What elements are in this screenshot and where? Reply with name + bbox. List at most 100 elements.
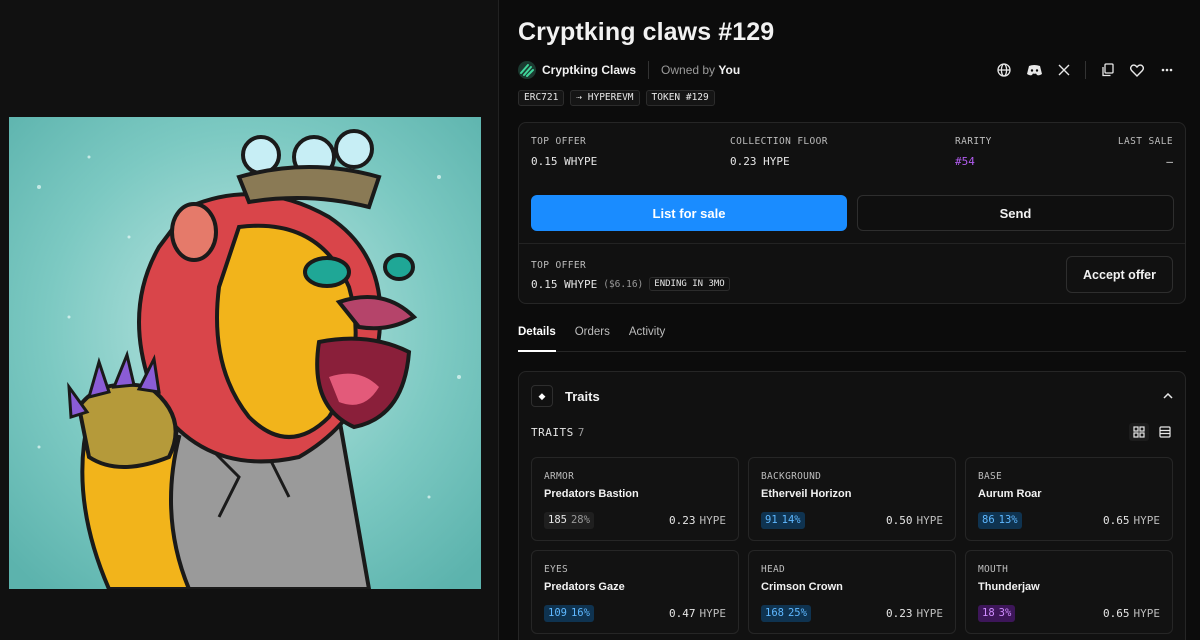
trait-unit: HYPE bbox=[699, 607, 727, 620]
trait-card[interactable]: ARMOR Predators Bastion 185 28% 0.23 HYPE bbox=[531, 457, 739, 541]
owner-name[interactable]: You bbox=[718, 63, 740, 77]
token-id-tag: TOKEN #129 bbox=[645, 90, 715, 106]
trait-name: Thunderjaw bbox=[978, 581, 1040, 593]
floor-value: 0.23 HYPE bbox=[730, 155, 790, 168]
trait-card[interactable]: BASE Aurum Roar 86 13% 0.65 HYPE bbox=[965, 457, 1173, 541]
copy-icon[interactable] bbox=[1092, 60, 1122, 80]
rarity-stat: RARITY #54 bbox=[955, 136, 992, 168]
rarity-label: RARITY bbox=[955, 136, 992, 147]
trait-price: 0.50 bbox=[886, 514, 913, 527]
trait-card[interactable]: BACKGROUND Etherveil Horizon 91 14% 0.50 HYPE bbox=[748, 457, 956, 541]
collection-logo-icon[interactable] bbox=[518, 61, 536, 79]
trait-percent: 3% bbox=[998, 607, 1012, 619]
list-for-sale-button[interactable]: List for sale bbox=[531, 195, 847, 231]
trait-floor-price: 0.50 HYPE bbox=[886, 514, 943, 527]
divider bbox=[648, 61, 650, 79]
header-actions bbox=[989, 60, 1182, 80]
tab-orders[interactable]: Orders bbox=[575, 326, 610, 352]
traits-count: TRAITS 7 bbox=[531, 426, 585, 439]
trait-unit: HYPE bbox=[916, 514, 944, 527]
trait-category: BASE bbox=[978, 471, 1003, 482]
traits-grid: ARMOR Predators Bastion 185 28% 0.23 HYPE BACK… bbox=[531, 457, 1174, 634]
trait-price: 0.23 bbox=[669, 514, 696, 527]
accept-offer-button[interactable]: Accept offer bbox=[1066, 256, 1173, 293]
globe-icon[interactable] bbox=[989, 60, 1019, 80]
trait-unit: HYPE bbox=[1133, 607, 1161, 620]
trait-count-badge: 86 13% bbox=[978, 512, 1022, 529]
trait-percent: 25% bbox=[787, 607, 807, 619]
last-sale-stat: LAST SALE – bbox=[1118, 136, 1173, 168]
offer-usd: ($6.16) bbox=[603, 278, 644, 290]
tab-activity[interactable]: Activity bbox=[629, 326, 665, 352]
offer-label: TOP OFFER bbox=[531, 260, 587, 271]
traits-count-value: 7 bbox=[577, 426, 585, 439]
grid-view-icon[interactable] bbox=[1129, 423, 1149, 441]
trait-unit: HYPE bbox=[699, 514, 727, 527]
trait-card[interactable]: MOUTH Thunderjaw 18 3% 0.65 HYPE bbox=[965, 550, 1173, 634]
heart-icon[interactable] bbox=[1122, 60, 1152, 80]
view-toggle bbox=[1129, 423, 1175, 441]
send-button[interactable]: Send bbox=[857, 195, 1174, 231]
trait-count-badge: 91 14% bbox=[761, 512, 805, 529]
trait-category: ARMOR bbox=[544, 471, 575, 482]
trait-count-badge: 168 25% bbox=[761, 605, 811, 622]
offer-details: 0.15 WHYPE ($6.16) ENDING IN 3MO bbox=[531, 277, 730, 291]
trait-count: 168 bbox=[765, 607, 784, 619]
trait-floor-price: 0.47 HYPE bbox=[669, 607, 726, 620]
top-offer-value: 0.15 WHYPE bbox=[531, 155, 598, 168]
trait-category: BACKGROUND bbox=[761, 471, 822, 482]
more-icon[interactable] bbox=[1152, 60, 1182, 80]
trait-name: Predators Bastion bbox=[544, 488, 639, 500]
discord-icon[interactable] bbox=[1019, 60, 1049, 80]
media-pane bbox=[0, 0, 499, 640]
collection-name-link[interactable]: Cryptking Claws bbox=[542, 63, 636, 77]
nft-artwork-image[interactable] bbox=[9, 117, 481, 589]
trait-category: MOUTH bbox=[978, 564, 1009, 575]
list-view-icon[interactable] bbox=[1155, 423, 1175, 441]
trait-count: 185 bbox=[548, 514, 567, 526]
tab-details[interactable]: Details bbox=[518, 326, 556, 352]
offer-ending-badge: ENDING IN 3MO bbox=[649, 277, 730, 291]
trait-count-badge: 185 28% bbox=[544, 512, 594, 529]
trait-category: HEAD bbox=[761, 564, 786, 575]
chevron-up-icon[interactable] bbox=[1163, 388, 1173, 402]
traits-header[interactable]: ◆ Traits bbox=[531, 385, 600, 407]
trait-floor-price: 0.23 HYPE bbox=[669, 514, 726, 527]
trait-count-badge: 109 16% bbox=[544, 605, 594, 622]
trait-price: 0.47 bbox=[669, 607, 696, 620]
last-sale-value: – bbox=[1166, 155, 1173, 168]
collection-row: Cryptking Claws Owned by You bbox=[518, 61, 740, 79]
owned-by-label: Owned by bbox=[661, 63, 716, 77]
traits-count-label: TRAITS bbox=[531, 426, 574, 439]
divider bbox=[519, 243, 1185, 244]
floor-label: COLLECTION FLOOR bbox=[730, 136, 828, 147]
trait-count: 86 bbox=[982, 514, 995, 526]
chain-tag[interactable]: ⇢ HYPEREVM bbox=[570, 90, 640, 106]
floor-stat: COLLECTION FLOOR 0.23 HYPE bbox=[730, 136, 828, 168]
diamond-icon: ◆ bbox=[531, 385, 553, 407]
standard-tag: ERC721 bbox=[518, 90, 565, 106]
trait-card[interactable]: HEAD Crimson Crown 168 25% 0.23 HYPE bbox=[748, 550, 956, 634]
primary-actions: List for sale Send bbox=[531, 195, 1174, 231]
trait-percent: 28% bbox=[570, 514, 590, 526]
detail-tabs: Details Orders Activity bbox=[518, 326, 1186, 352]
offer-amount: 0.15 WHYPE bbox=[531, 277, 598, 291]
trait-count: 109 bbox=[548, 607, 567, 619]
trait-floor-price: 0.23 HYPE bbox=[886, 607, 943, 620]
last-sale-label: LAST SALE bbox=[1117, 136, 1173, 147]
trait-name: Crimson Crown bbox=[761, 581, 843, 593]
trait-name: Predators Gaze bbox=[544, 581, 625, 593]
traits-title: Traits bbox=[565, 388, 600, 404]
trait-percent: 14% bbox=[781, 514, 801, 526]
trait-price: 0.65 bbox=[1103, 607, 1130, 620]
owner-info: Owned by You bbox=[661, 63, 740, 77]
trait-card[interactable]: EYES Predators Gaze 109 16% 0.47 HYPE bbox=[531, 550, 739, 634]
trait-count: 18 bbox=[982, 607, 995, 619]
trait-percent: 13% bbox=[998, 514, 1018, 526]
x-icon[interactable] bbox=[1049, 60, 1079, 80]
trait-floor-price: 0.65 HYPE bbox=[1103, 607, 1160, 620]
top-offer-label: TOP OFFER bbox=[531, 136, 587, 147]
token-tags: ERC721 ⇢ HYPEREVM TOKEN #129 bbox=[518, 90, 715, 106]
trait-floor-price: 0.65 HYPE bbox=[1103, 514, 1160, 527]
trait-name: Etherveil Horizon bbox=[761, 488, 852, 500]
